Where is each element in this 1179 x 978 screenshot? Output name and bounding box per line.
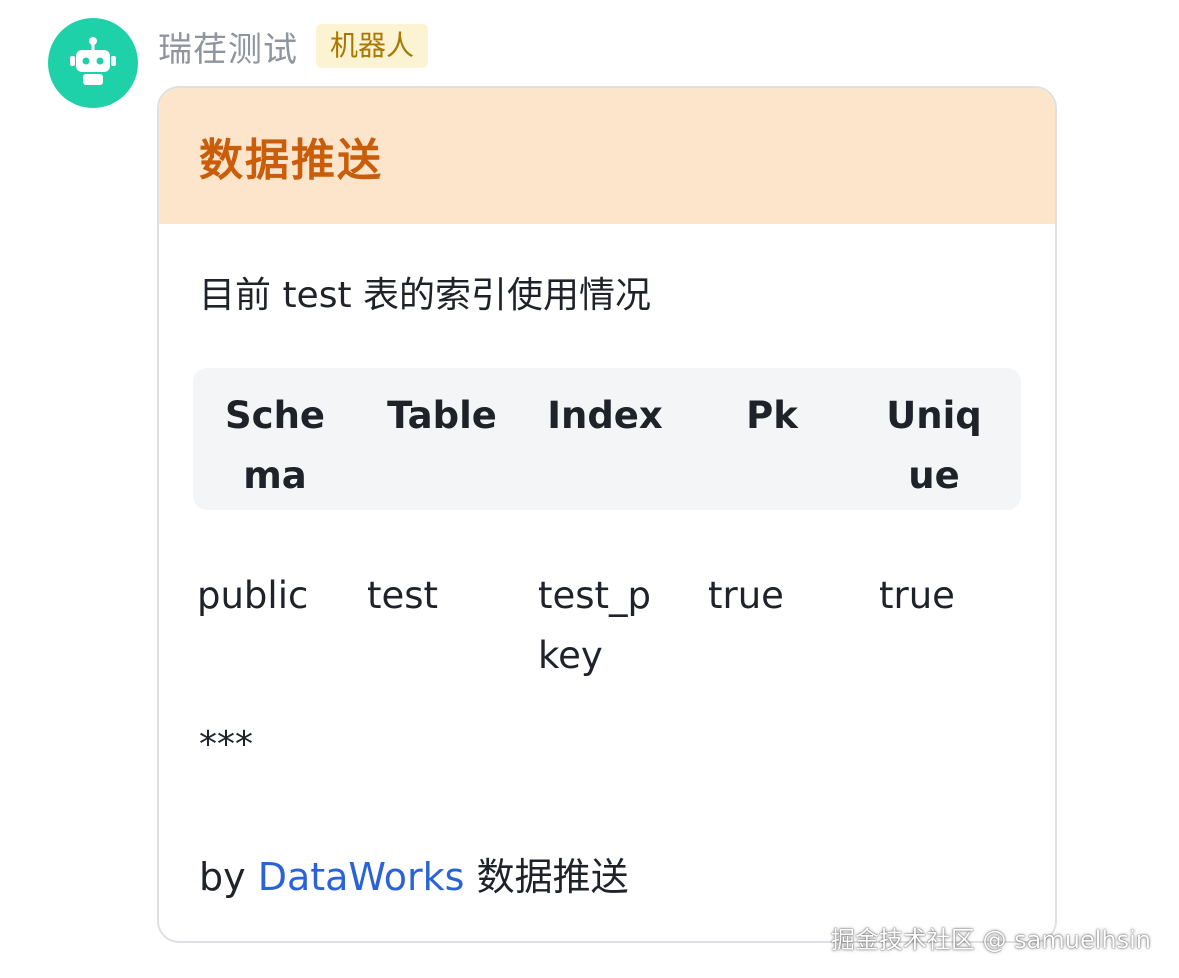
table-cell: test_pkey — [538, 574, 652, 677]
table-cell: true — [708, 574, 784, 617]
message-card[interactable]: 数据推送 目前 test 表的索引使用情况 Schema Table Index… — [157, 86, 1057, 943]
table-cell: test — [367, 574, 439, 617]
footer-suffix: 数据推送 — [476, 855, 629, 899]
table-header-cell: Unique — [886, 394, 982, 497]
table-header-cell: Pk — [746, 394, 798, 437]
watermark: 掘金技术社区 @ samuelhsin — [830, 926, 1151, 954]
table-header: Schema Table Index Pk Unique — [193, 368, 1021, 510]
card-title: 数据推送 — [199, 135, 383, 186]
table-header-cell: Table — [387, 394, 497, 437]
avatar[interactable] — [48, 18, 138, 108]
footer-prefix: by — [199, 855, 246, 899]
card-footer: by DataWorks 数据推送 — [199, 846, 629, 901]
card-header: 数据推送 — [159, 88, 1055, 224]
bot-badge: 机器人 — [316, 24, 429, 68]
card-intro-text: 目前 test 表的索引使用情况 — [199, 275, 652, 316]
sender-name[interactable]: 瑞荏测试 — [158, 22, 298, 71]
robot-icon — [70, 37, 116, 85]
sender-row: 瑞荏测试 机器人 — [158, 22, 429, 71]
table-cell: true — [879, 574, 955, 617]
dataworks-link[interactable]: DataWorks — [258, 855, 465, 899]
divider-text: *** — [199, 724, 253, 765]
table-cell: public — [197, 574, 309, 617]
table-header-cell: Schema — [224, 394, 325, 497]
table-header-cell: Index — [547, 394, 663, 437]
